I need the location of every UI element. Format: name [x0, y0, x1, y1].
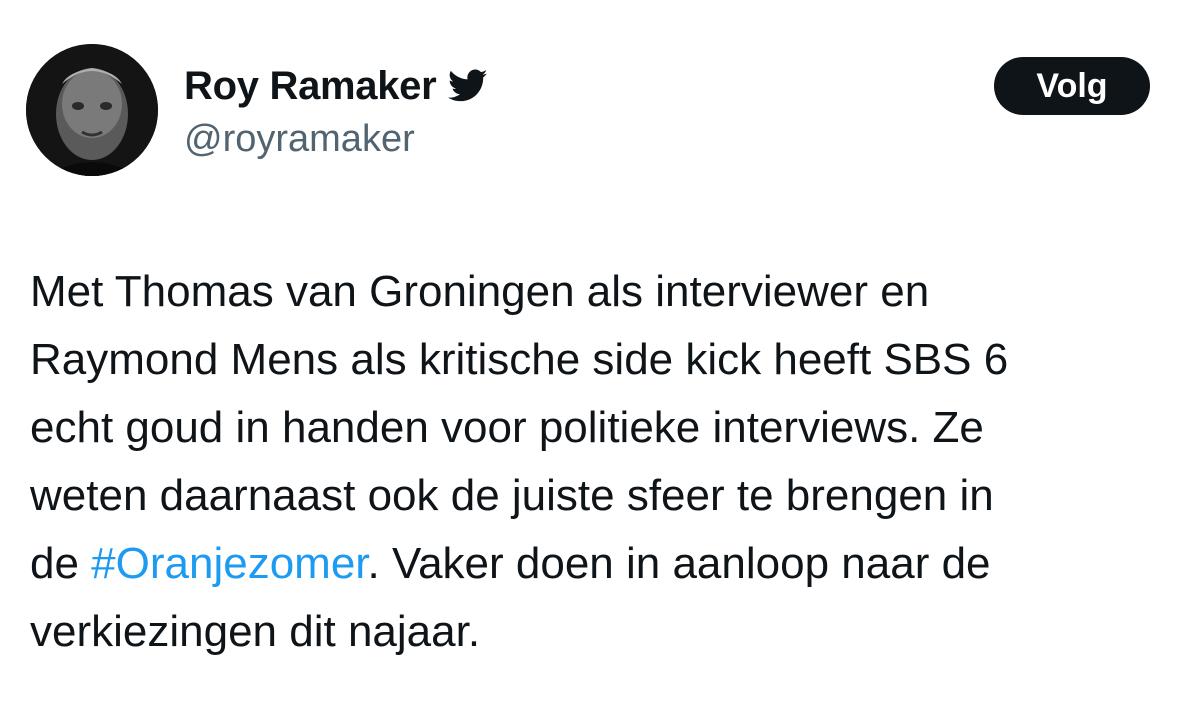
avatar-photo: [26, 44, 158, 176]
tweet-text: Met Thomas van Groningen als interviewer…: [30, 258, 1180, 666]
author-name-row: Roy Ramaker: [184, 62, 488, 110]
author-display-name[interactable]: Roy Ramaker: [184, 62, 437, 110]
tweet-text-line: Raymond Mens als kritische side kick hee…: [30, 335, 1009, 384]
tweet-text-fragment: . Vaker doen in aanloop naar de: [367, 539, 991, 588]
tweet-text-line: weten daarnaast ook de juiste sfeer te b…: [30, 471, 994, 520]
hashtag-link[interactable]: #Oranjezomer: [91, 539, 367, 588]
author-handle[interactable]: @royramaker: [184, 116, 415, 162]
follow-button[interactable]: Volg: [994, 57, 1150, 115]
avatar[interactable]: [26, 44, 158, 176]
tweet-text-fragment: de: [30, 539, 92, 588]
tweet-text-line: echt goud in handen voor politieke inter…: [30, 403, 984, 452]
tweet-text-line: de #Oranjezomer. Vaker doen in aanloop n…: [30, 530, 1180, 598]
twitter-bird-icon: [448, 69, 488, 103]
tweet-text-line: Met Thomas van Groningen als interviewer…: [30, 267, 930, 316]
tweet-card: Roy Ramaker @royramaker Volg Met Thomas …: [0, 0, 1200, 705]
tweet-text-line: verkiezingen dit najaar.: [30, 607, 481, 656]
